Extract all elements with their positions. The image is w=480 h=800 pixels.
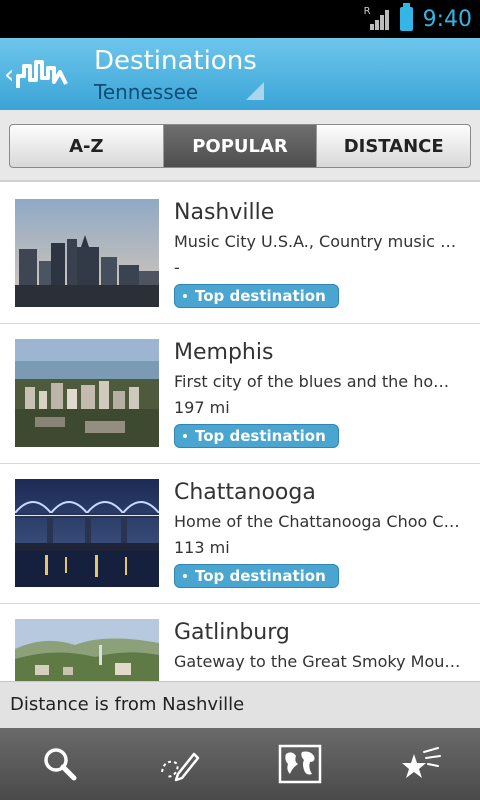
dropdown-corner-icon[interactable]: [246, 82, 264, 100]
tab-distance[interactable]: DISTANCE: [317, 125, 470, 167]
route-pencil-icon: [161, 752, 200, 782]
sort-tabs: A-Z POPULAR DISTANCE: [9, 124, 471, 168]
destination-name: Chattanooga: [174, 480, 316, 505]
destination-description: Home of the Chattanooga Choo Ch...: [174, 512, 464, 531]
status-icons: R 9:40: [363, 0, 472, 38]
list-item[interactable]: Nashville Music City U.S.A., Country mus…: [0, 184, 480, 324]
status-clock: 9:40: [422, 6, 472, 32]
sort-tabs-bar: A-Z POPULAR DISTANCE: [0, 110, 480, 182]
region-selector[interactable]: Tennessee: [94, 80, 198, 104]
signal-icon: R: [363, 6, 390, 30]
battery-icon: [399, 3, 413, 31]
destination-name: Gatlinburg: [174, 620, 290, 645]
tab-a-z[interactable]: A-Z: [10, 125, 164, 167]
gatlinburg-mountains-image: [15, 619, 159, 681]
destination-list: Nashville Music City U.S.A., Country mus…: [0, 184, 480, 681]
app-logo-icon[interactable]: [16, 54, 70, 94]
destination-distance: 113 mi: [174, 538, 230, 557]
chattanooga-bridge-image: [15, 479, 159, 587]
list-item[interactable]: Memphis First city of the blues and the …: [0, 324, 480, 464]
page-title: Destinations: [94, 46, 257, 76]
nav-search[interactable]: [0, 728, 120, 800]
destination-description: Gateway to the Great Smoky Moun...: [174, 652, 464, 671]
destination-description: Music City U.S.A., Country music c...: [174, 232, 464, 251]
distance-note-bar: Distance is from Nashville: [0, 681, 480, 728]
bottom-nav: [0, 728, 480, 800]
favorites-stars-icon: [402, 747, 441, 778]
tab-popular[interactable]: POPULAR: [163, 125, 318, 167]
destination-distance: 197 mi: [174, 398, 230, 417]
top-destination-badge: Top destination: [174, 564, 339, 588]
top-destination-badge: Top destination: [174, 284, 339, 308]
roaming-indicator: R: [363, 6, 371, 17]
top-destination-badge: Top destination: [174, 424, 339, 448]
nav-favorites[interactable]: [360, 728, 480, 800]
nav-route[interactable]: [120, 728, 240, 800]
destination-name: Memphis: [174, 340, 274, 365]
app-header: ‹ Destinations Tennessee: [0, 38, 480, 110]
nav-map[interactable]: [240, 728, 360, 800]
status-bar: R 9:40: [0, 0, 480, 38]
distance-note: Distance is from Nashville: [10, 694, 245, 715]
destination-description: First city of the blues and the home...: [174, 372, 464, 391]
nashville-skyline-image: [15, 199, 159, 307]
world-map-icon: [278, 744, 322, 784]
destination-distance: -: [174, 258, 180, 277]
destination-name: Nashville: [174, 200, 275, 225]
search-icon: [44, 748, 77, 781]
memphis-city-image: [15, 339, 159, 447]
list-item[interactable]: Chattanooga Home of the Chattanooga Choo…: [0, 464, 480, 604]
back-chevron-icon[interactable]: ‹: [4, 60, 14, 90]
list-item[interactable]: Gatlinburg Gateway to the Great Smoky Mo…: [0, 604, 480, 681]
